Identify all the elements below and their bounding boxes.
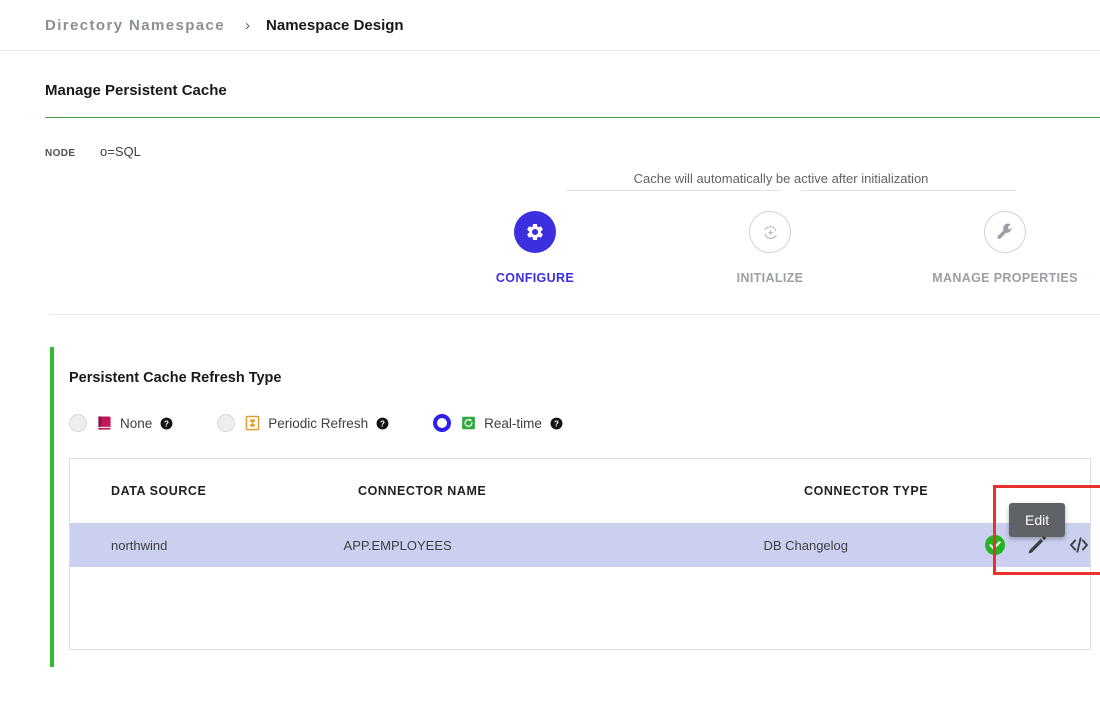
refresh-option-none-label: None (120, 415, 153, 431)
sync-badge-icon (462, 416, 475, 430)
refresh-option-periodic[interactable]: Periodic Refresh ? (217, 414, 389, 432)
stepper: Cache will automatically be active after… (0, 169, 1100, 314)
table-row[interactable]: northwind APP.EMPLOYEES DB Changelog (70, 523, 1090, 567)
radio-real-time[interactable] (433, 414, 452, 432)
stepper-steps: CONFIGURE INITIALIZE MANAGE PROPERTIES (440, 211, 1100, 285)
stepper-step-manage-properties[interactable]: MANAGE PROPERTIES (910, 211, 1100, 285)
row-actions (984, 534, 1090, 556)
column-header-data-source: DATA SOURCE (111, 484, 207, 498)
stepper-step-configure[interactable]: CONFIGURE (440, 211, 630, 285)
stepper-connector-2 (801, 190, 1016, 191)
status-ok-icon[interactable] (984, 534, 1006, 556)
wrench-icon (997, 223, 1014, 239)
stepper-circle-initialize[interactable] (749, 211, 791, 253)
column-header-connector-type: CONNECTOR TYPE (804, 484, 929, 498)
refresh-option-realtime[interactable]: Real-time ? (433, 414, 563, 432)
table-header-row: DATA SOURCE CONNECTOR NAME CONNECTOR TYP… (70, 459, 1090, 523)
refresh-option-realtime-label: Real-time (484, 415, 542, 431)
svg-text:?: ? (164, 419, 169, 428)
radio-periodic-refresh[interactable] (217, 414, 236, 432)
column-header-connector-name: CONNECTOR NAME (358, 484, 487, 498)
breadcrumb-root[interactable]: Directory Namespace (45, 17, 225, 34)
stepper-label-initialize: INITIALIZE (736, 271, 804, 285)
radio-none[interactable] (69, 414, 87, 432)
cell-connector-name: APP.EMPLOYEES (343, 537, 452, 553)
breadcrumb-current: Namespace Design (266, 16, 404, 34)
refresh-icon (763, 225, 777, 239)
node-row: NODE o=SQL (45, 144, 1100, 159)
refresh-type-radio-group: None ? Periodic Refresh ? Real-time ? (69, 414, 1095, 432)
section-divider (50, 314, 1100, 315)
gear-icon (527, 223, 543, 241)
stepper-label-configure: CONFIGURE (495, 271, 575, 285)
title-divider (45, 117, 1100, 118)
card-heading: Persistent Cache Refresh Type (69, 370, 282, 386)
chevron-right-icon: › (245, 16, 251, 34)
stepper-circle-manage-properties[interactable] (984, 211, 1026, 253)
edit-pencil-icon[interactable] (1026, 534, 1048, 556)
svg-text:?: ? (554, 419, 559, 428)
connectors-table: DATA SOURCE CONNECTOR NAME CONNECTOR TYP… (69, 458, 1100, 650)
stepper-circle-configure[interactable] (514, 211, 556, 253)
stepper-connector-1 (566, 190, 781, 191)
help-icon[interactable]: ? (550, 417, 563, 430)
node-label: NODE (45, 148, 76, 159)
refresh-option-none[interactable]: None ? (69, 414, 173, 432)
stepper-step-initialize[interactable]: INITIALIZE (675, 211, 865, 285)
persistent-cache-refresh-card: Persistent Cache Refresh Type None ? Per… (50, 347, 1100, 667)
help-icon[interactable]: ? (160, 417, 173, 430)
page-title: Manage Persistent Cache (45, 82, 227, 99)
stepper-hint: Cache will automatically be active after… (633, 171, 929, 186)
clock-badge-icon (245, 415, 260, 431)
cell-data-source: northwind (111, 537, 168, 553)
edit-tooltip: Edit (1009, 503, 1066, 537)
stepper-label-manage-properties: MANAGE PROPERTIES (932, 271, 1078, 285)
help-icon[interactable]: ? (376, 417, 389, 430)
node-value: o=SQL (100, 144, 141, 159)
code-icon[interactable] (1068, 534, 1090, 556)
cell-connector-type: DB Changelog (763, 537, 849, 553)
book-icon (98, 416, 111, 430)
refresh-option-periodic-label: Periodic Refresh (268, 415, 369, 431)
breadcrumb: Directory Namespace › Namespace Design (0, 0, 1100, 51)
svg-text:?: ? (380, 419, 385, 428)
